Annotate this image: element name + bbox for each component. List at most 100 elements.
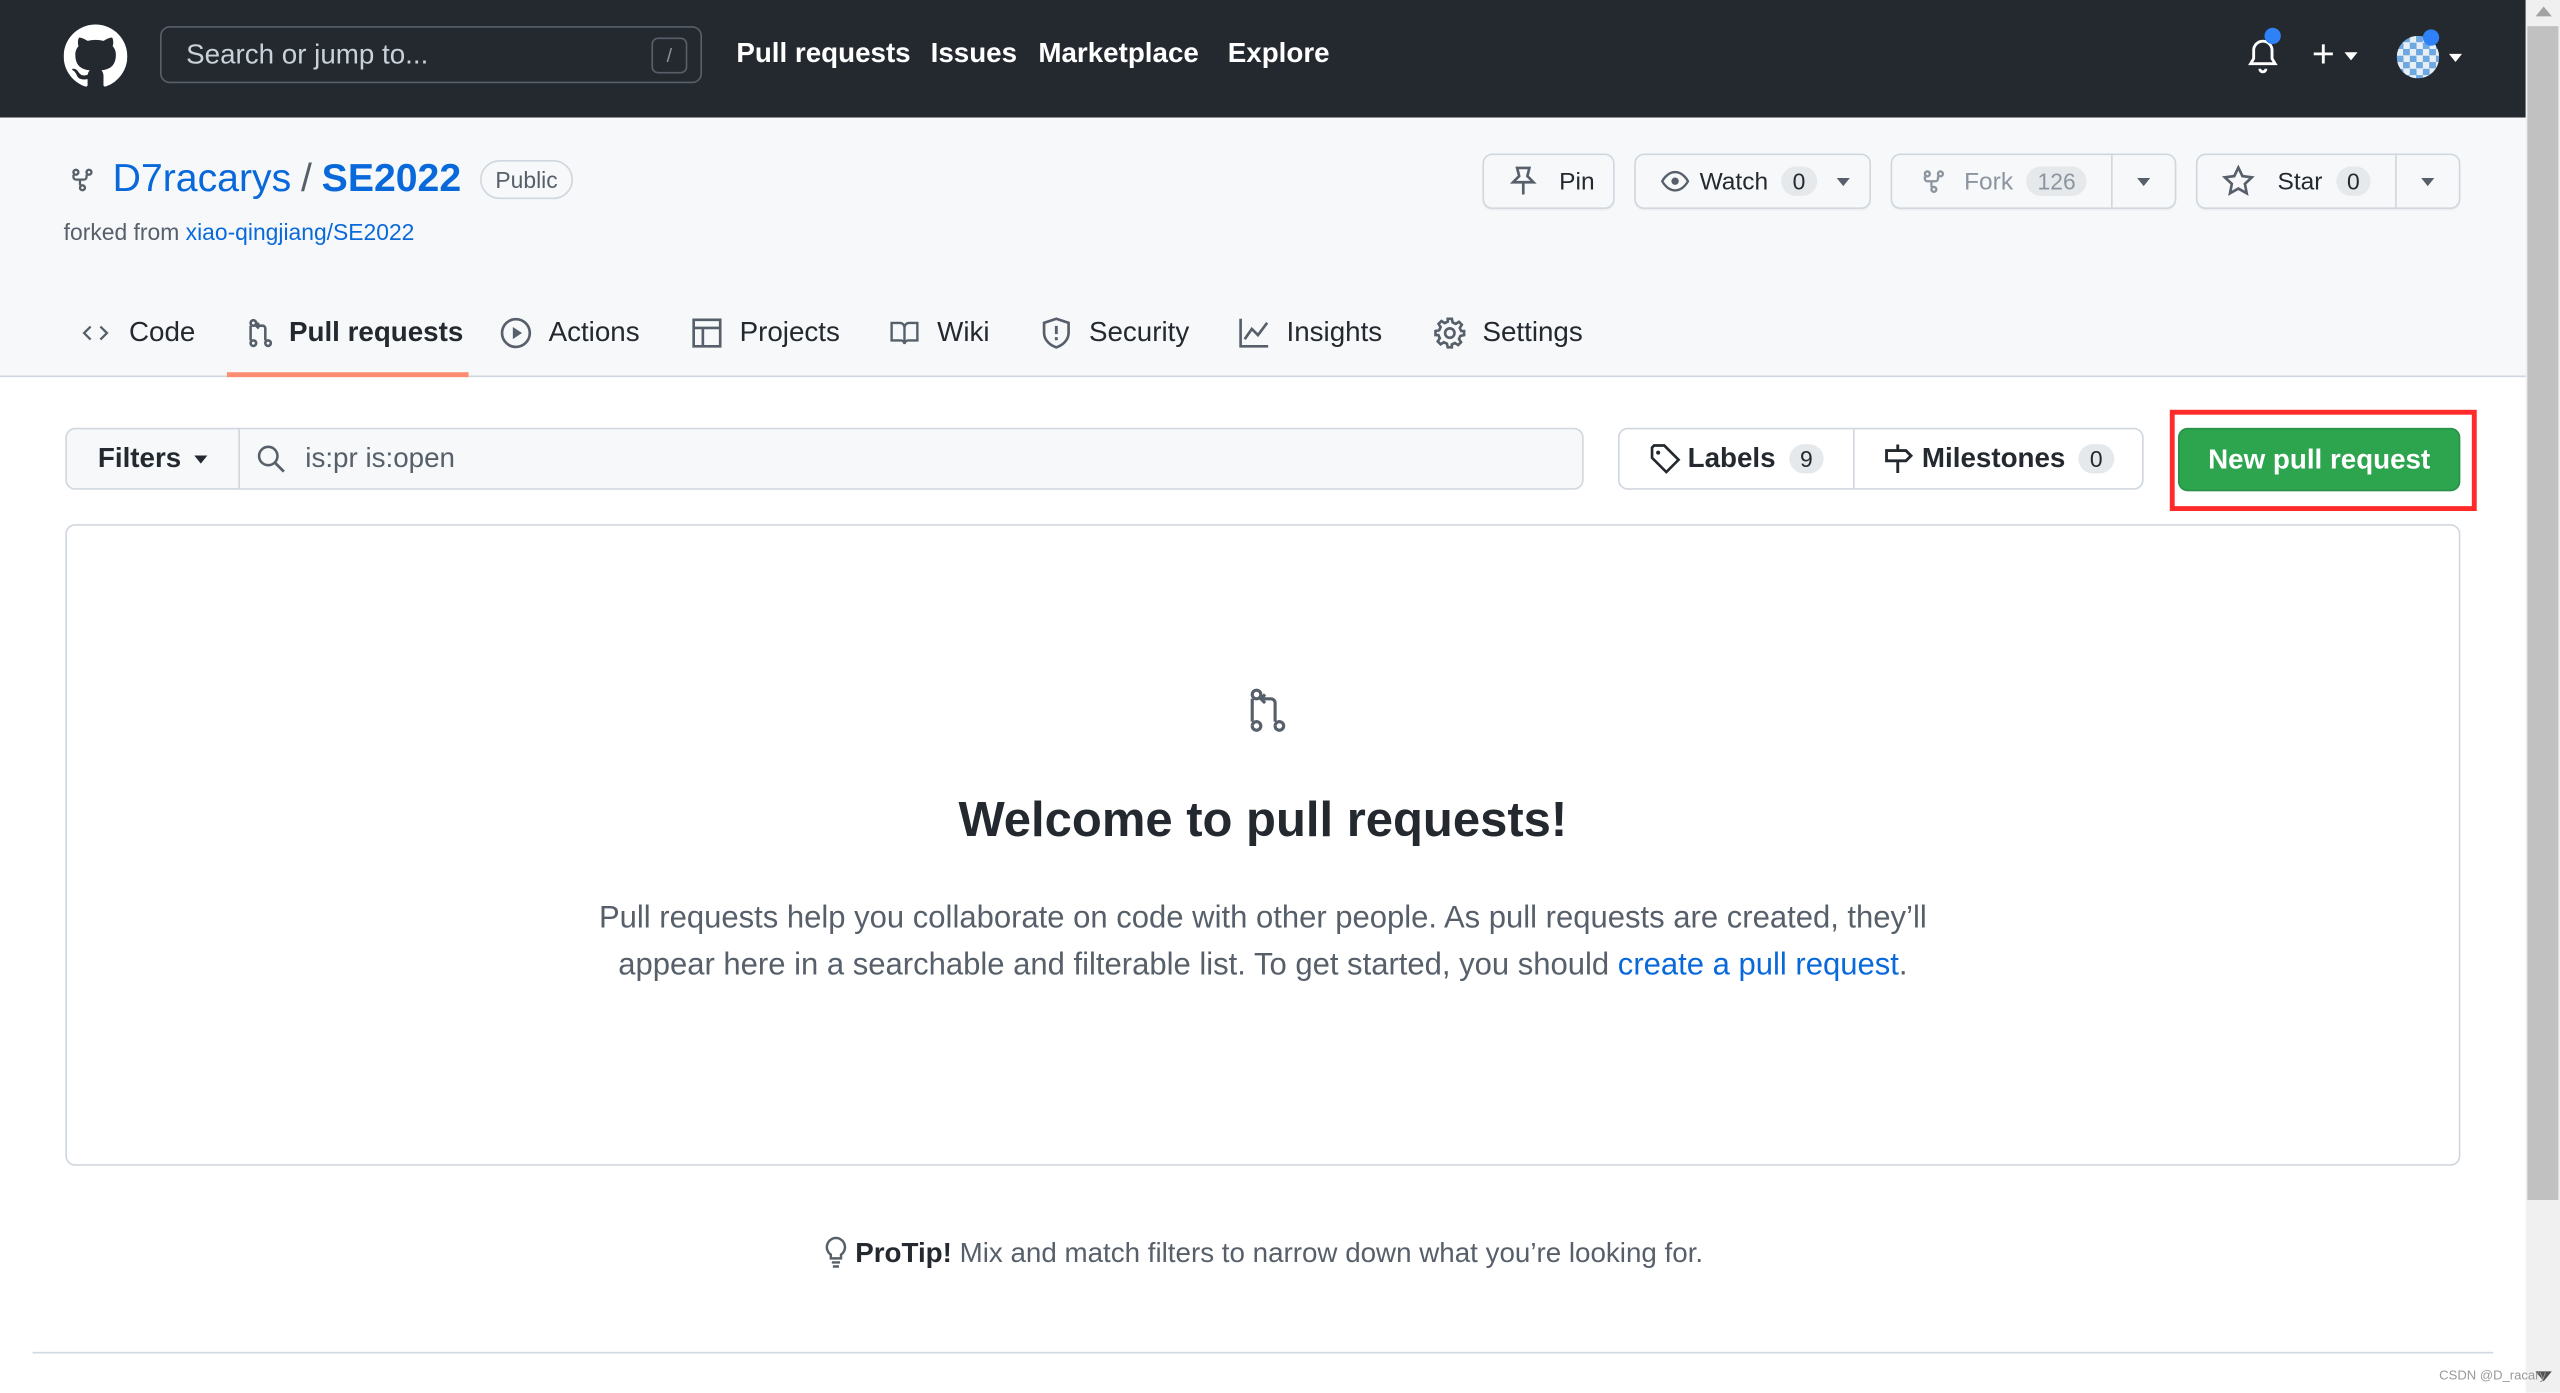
- tab-label: Pull requests: [288, 316, 464, 348]
- search-placeholder: Search or jump to...: [186, 39, 429, 71]
- watch-count: 0: [1781, 166, 1817, 196]
- tab-settings[interactable]: Settings: [1433, 313, 1583, 352]
- caret-down-icon: [2136, 177, 2150, 186]
- create-pull-request-link[interactable]: create a pull request: [1618, 949, 1899, 983]
- footer-divider: [32, 1351, 2494, 1354]
- notification-dot: [2264, 27, 2281, 45]
- tab-pull-requests[interactable]: Pull requests: [243, 313, 463, 352]
- notifications-button[interactable]: [2247, 27, 2283, 78]
- status-dot: [2422, 29, 2440, 46]
- tab-security[interactable]: Security: [1040, 313, 1189, 352]
- repo-owner-link[interactable]: D7racarys: [113, 157, 292, 203]
- caret-down-icon: [2448, 53, 2463, 62]
- watch-label: Watch: [1699, 167, 1769, 196]
- tab-projects[interactable]: Projects: [691, 313, 840, 352]
- tab-label: Projects: [739, 316, 840, 348]
- labels-button[interactable]: Labels 9: [1620, 429, 1855, 489]
- user-menu-button[interactable]: [2396, 29, 2463, 79]
- fork-dropdown-button[interactable]: [2110, 155, 2174, 208]
- tab-actions[interactable]: Actions: [500, 313, 640, 352]
- caret-down-icon: [1836, 177, 1850, 186]
- protip: ProTip! Mix and match filters to narrow …: [0, 1236, 2526, 1270]
- watch-button[interactable]: Watch 0: [1634, 153, 1872, 209]
- milestone-icon: [1885, 444, 1914, 474]
- watermark: CSDN @D_racary: [2439, 1368, 2547, 1383]
- search-shortcut-key: /: [651, 37, 688, 74]
- pin-label: Pin: [1559, 167, 1595, 196]
- fork-button[interactable]: Fork 126: [1892, 155, 2110, 207]
- pin-button[interactable]: Pin: [1482, 153, 1615, 209]
- play-icon: [500, 317, 532, 349]
- labels-milestones-group: Labels 9 Milestones 0: [1617, 427, 2144, 490]
- nav-explore[interactable]: Explore: [1228, 38, 1330, 71]
- tab-wiki[interactable]: Wiki: [888, 313, 990, 352]
- repo-forked-icon: [1923, 170, 1944, 193]
- blankslate-text-end: .: [1898, 948, 1908, 983]
- blankslate-text-line-2: appear here in a searchable and filterab…: [618, 948, 1618, 983]
- caret-down-icon: [194, 454, 208, 463]
- star-count: 0: [2335, 166, 2372, 196]
- create-new-button[interactable]: +: [2311, 32, 2358, 77]
- git-pull-request-icon: [249, 318, 273, 348]
- book-icon: [890, 321, 919, 345]
- protip-text: Mix and match filters to narrow down wha…: [951, 1237, 1704, 1269]
- plus-icon: +: [2311, 32, 2335, 77]
- light-bulb-icon: [825, 1236, 846, 1268]
- github-logo-icon[interactable]: [63, 24, 128, 88]
- nav-marketplace[interactable]: Marketplace: [1038, 38, 1198, 71]
- nav-issues[interactable]: Issues: [931, 38, 1017, 71]
- repo-forked-icon: [72, 168, 93, 192]
- scrollbar[interactable]: [2525, 0, 2560, 1393]
- eye-icon: [1660, 170, 1690, 192]
- visibility-badge: Public: [480, 159, 573, 200]
- tab-label: Actions: [548, 316, 640, 348]
- star-button[interactable]: Star 0: [2198, 155, 2395, 207]
- graph-icon: [1239, 318, 1269, 348]
- caret-down-icon: [2420, 177, 2434, 186]
- forked-from-link[interactable]: xiao-qingjiang/SE2022: [186, 219, 415, 245]
- global-search-input[interactable]: Search or jump to... /: [159, 26, 703, 84]
- blankslate-text: Pull requests help you collaborate on co…: [67, 895, 2459, 990]
- tab-label: Insights: [1286, 316, 1383, 348]
- filter-bar: Filters is:pr is:open: [65, 427, 1584, 490]
- search-icon: [257, 445, 285, 473]
- caret-down-icon: [2344, 51, 2358, 60]
- star-label: Star: [2277, 167, 2323, 196]
- shield-icon: [1042, 317, 1070, 349]
- selected-tab-underline: [226, 372, 469, 378]
- git-pull-request-icon: [1250, 688, 1286, 732]
- scroll-up-arrow-icon[interactable]: [2535, 6, 2552, 17]
- filters-dropdown[interactable]: Filters: [67, 429, 240, 489]
- star-icon: [2222, 164, 2255, 196]
- new-pull-request-button[interactable]: New pull request: [2177, 427, 2461, 492]
- star-dropdown-button[interactable]: [2394, 155, 2458, 208]
- blankslate-title: Welcome to pull requests!: [958, 793, 1568, 848]
- milestones-label: Milestones: [1921, 442, 2066, 474]
- gear-icon: [1434, 317, 1466, 349]
- top-header: Search or jump to... / Pull requests Issu…: [0, 0, 2526, 118]
- scrollbar-thumb[interactable]: [2527, 26, 2559, 1200]
- tag-icon: [1650, 444, 1680, 474]
- tab-label: Settings: [1482, 316, 1583, 348]
- labels-count: 9: [1788, 444, 1825, 474]
- blankslate: Welcome to pull requests! Pull requests …: [65, 524, 2461, 1166]
- repo-separator: /: [300, 156, 312, 201]
- tab-label: Wiki: [937, 316, 990, 348]
- avatar: [2396, 29, 2440, 79]
- tab-label: Code: [128, 316, 196, 348]
- tab-insights[interactable]: Insights: [1238, 313, 1383, 352]
- protip-label: ProTip!: [855, 1237, 952, 1269]
- labels-label: Labels: [1687, 442, 1776, 474]
- tab-label: Security: [1088, 316, 1190, 348]
- table-icon: [692, 318, 722, 348]
- milestones-button[interactable]: Milestones 0: [1855, 429, 2142, 488]
- milestones-count: 0: [2078, 444, 2115, 474]
- tab-code[interactable]: Code: [78, 313, 195, 352]
- fork-label: Fork: [1964, 167, 2014, 196]
- filters-label: Filters: [97, 442, 182, 474]
- repo-name-link[interactable]: SE2022: [322, 157, 461, 203]
- pr-search-input[interactable]: is:pr is:open: [239, 429, 1583, 489]
- pin-icon: [1509, 166, 1537, 195]
- nav-pull-requests[interactable]: Pull requests: [736, 38, 910, 71]
- blankslate-text-line-1: Pull requests help you collaborate on co…: [598, 901, 1927, 936]
